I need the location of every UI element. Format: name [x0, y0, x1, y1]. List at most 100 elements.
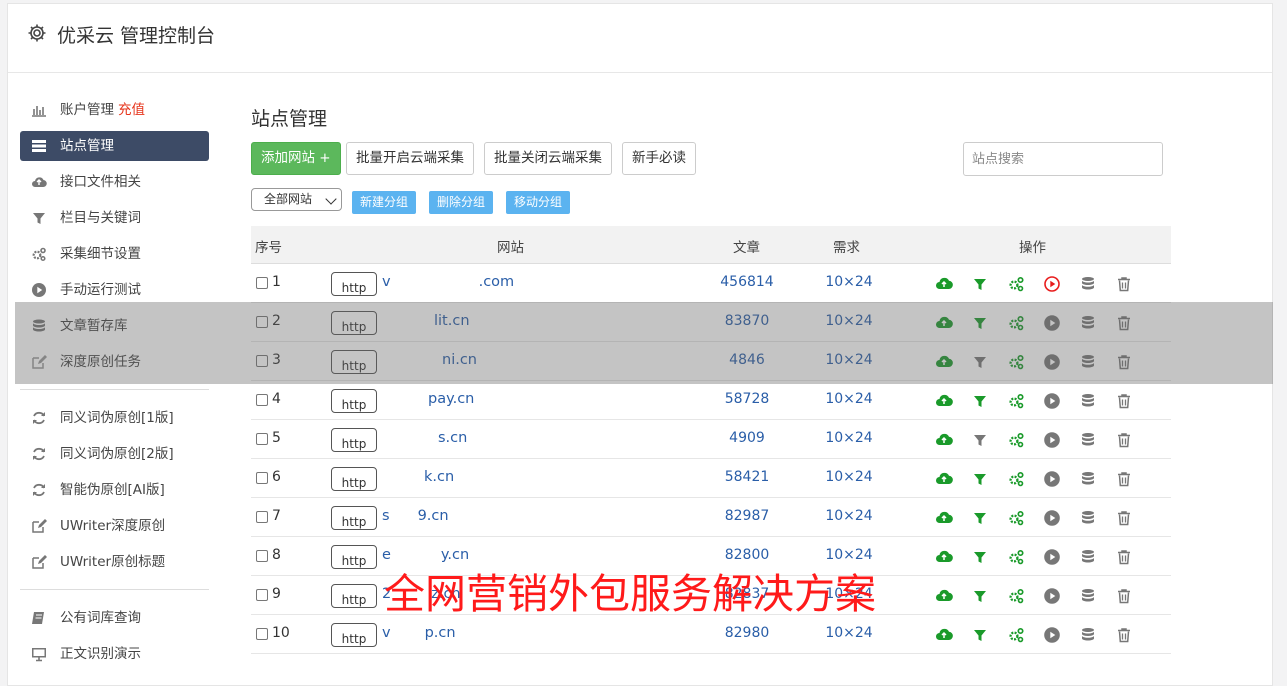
cloud-upload-icon[interactable]	[935, 470, 953, 488]
cogs-icon[interactable]	[1007, 431, 1025, 449]
article-count[interactable]: 58421	[711, 469, 783, 485]
newbie-guide-button[interactable]: 新手必读	[622, 142, 696, 175]
sidebar-item-account[interactable]: 账户管理 充值	[20, 92, 209, 128]
play-circle-icon[interactable]	[1043, 587, 1061, 605]
cloud-upload-icon[interactable]	[935, 509, 953, 527]
row-checkbox[interactable]	[256, 433, 268, 445]
database-icon[interactable]	[1079, 470, 1097, 488]
cloud-upload-icon[interactable]	[935, 431, 953, 449]
filter-icon[interactable]	[971, 626, 989, 644]
cogs-icon[interactable]	[1007, 275, 1025, 293]
row-checkbox[interactable]	[256, 511, 268, 523]
database-icon[interactable]	[1079, 626, 1097, 644]
sidebar-item-uwriter-title[interactable]: UWriter原创标题	[20, 544, 209, 580]
sidebar-item-public-lexicon[interactable]: 公有词库查询	[20, 600, 209, 636]
delete-group-button[interactable]: 删除分组	[429, 191, 494, 214]
sidebar-item-ai-rewrite[interactable]: 智能伪原创[AI版]	[20, 472, 209, 508]
recharge-link[interactable]: 充值	[118, 102, 145, 118]
play-circle-icon[interactable]	[1043, 392, 1061, 410]
col-ops: 操作	[1019, 240, 1046, 256]
cloud-upload-icon[interactable]	[935, 392, 953, 410]
row-checkbox[interactable]	[256, 472, 268, 484]
add-site-button[interactable]: 添加网站 +	[251, 142, 341, 175]
trash-icon[interactable]	[1115, 509, 1133, 527]
cloud-upload-icon[interactable]	[935, 587, 953, 605]
play-circle-icon[interactable]	[1043, 275, 1061, 293]
article-count[interactable]: 456814	[711, 274, 783, 290]
filter-icon[interactable]	[971, 470, 989, 488]
sidebar-item-uwriter-deep[interactable]: UWriter深度原创	[20, 508, 209, 544]
trash-icon[interactable]	[1115, 587, 1133, 605]
filter-icon[interactable]	[971, 587, 989, 605]
site-search-input[interactable]	[963, 142, 1163, 176]
cogs-icon[interactable]	[1007, 392, 1025, 410]
cloud-upload-icon[interactable]	[935, 275, 953, 293]
row-checkbox[interactable]	[256, 550, 268, 562]
trash-icon[interactable]	[1115, 470, 1133, 488]
demand-value[interactable]: 10×24	[821, 508, 877, 524]
sidebar-item-keywords[interactable]: 栏目与关键词	[20, 200, 209, 236]
filter-icon[interactable]	[971, 548, 989, 566]
demand-value[interactable]: 10×24	[821, 430, 877, 446]
trash-icon[interactable]	[1115, 392, 1133, 410]
filter-icon[interactable]	[971, 509, 989, 527]
trash-icon[interactable]	[1115, 275, 1133, 293]
article-count[interactable]: 58728	[711, 391, 783, 407]
site-suffix: p.cn	[424, 625, 456, 641]
database-icon[interactable]	[1079, 275, 1097, 293]
cloud-upload-icon[interactable]	[935, 626, 953, 644]
site-link[interactable]: s.cn	[382, 430, 467, 446]
group-select[interactable]: 全部网站	[251, 188, 342, 211]
article-count[interactable]: 82987	[711, 508, 783, 524]
play-circle-icon[interactable]	[1043, 509, 1061, 527]
site-link[interactable]: v .com	[382, 274, 514, 290]
database-icon[interactable]	[1079, 431, 1097, 449]
database-icon[interactable]	[1079, 548, 1097, 566]
sidebar-item-synonym-v1[interactable]: 同义词伪原创[1版]	[20, 400, 209, 436]
row-checkbox[interactable]	[256, 394, 268, 406]
new-group-button[interactable]: 新建分组	[352, 191, 417, 214]
cogs-icon[interactable]	[1007, 470, 1025, 488]
batch-open-button[interactable]: 批量开启云端采集	[346, 142, 474, 175]
sidebar-item-label: 接口文件相关	[60, 174, 141, 190]
sidebar-item-text-recognition[interactable]: 正文识别演示	[20, 636, 209, 672]
trash-icon[interactable]	[1115, 431, 1133, 449]
play-circle-icon[interactable]	[1043, 548, 1061, 566]
database-icon[interactable]	[1079, 392, 1097, 410]
row-checkbox[interactable]	[256, 628, 268, 640]
site-link[interactable]: k.cn	[382, 469, 454, 485]
batch-close-button[interactable]: 批量关闭云端采集	[484, 142, 612, 175]
cogs-icon[interactable]	[1007, 587, 1025, 605]
cogs-icon[interactable]	[1007, 509, 1025, 527]
play-circle-icon[interactable]	[1043, 626, 1061, 644]
row-checkbox[interactable]	[256, 277, 268, 289]
cloud-upload-icon[interactable]	[935, 548, 953, 566]
play-circle-icon[interactable]	[1043, 431, 1061, 449]
article-count[interactable]: 4909	[711, 430, 783, 446]
site-link[interactable]: v p.cn	[382, 625, 456, 641]
sidebar-item-site-manage[interactable]: 站点管理	[20, 131, 209, 161]
demand-value[interactable]: 10×24	[821, 625, 877, 641]
row-checkbox[interactable]	[256, 589, 268, 601]
filter-icon[interactable]	[971, 392, 989, 410]
site-link[interactable]: s 9.cn	[382, 508, 449, 524]
sidebar-item-label: 账户管理	[60, 102, 114, 118]
sidebar-item-collect-settings[interactable]: 采集细节设置	[20, 236, 209, 272]
cogs-icon[interactable]	[1007, 548, 1025, 566]
article-count[interactable]: 82980	[711, 625, 783, 641]
move-group-button[interactable]: 移动分组	[506, 191, 571, 214]
trash-icon[interactable]	[1115, 626, 1133, 644]
database-icon[interactable]	[1079, 509, 1097, 527]
site-link[interactable]: pay.cn	[382, 391, 474, 407]
demand-value[interactable]: 10×24	[821, 274, 877, 290]
trash-icon[interactable]	[1115, 548, 1133, 566]
sidebar-item-interface[interactable]: 接口文件相关	[20, 164, 209, 200]
filter-icon[interactable]	[971, 275, 989, 293]
play-circle-icon[interactable]	[1043, 470, 1061, 488]
cogs-icon[interactable]	[1007, 626, 1025, 644]
demand-value[interactable]: 10×24	[821, 469, 877, 485]
demand-value[interactable]: 10×24	[821, 391, 877, 407]
database-icon[interactable]	[1079, 587, 1097, 605]
filter-icon[interactable]	[971, 431, 989, 449]
sidebar-item-synonym-v2[interactable]: 同义词伪原创[2版]	[20, 436, 209, 472]
